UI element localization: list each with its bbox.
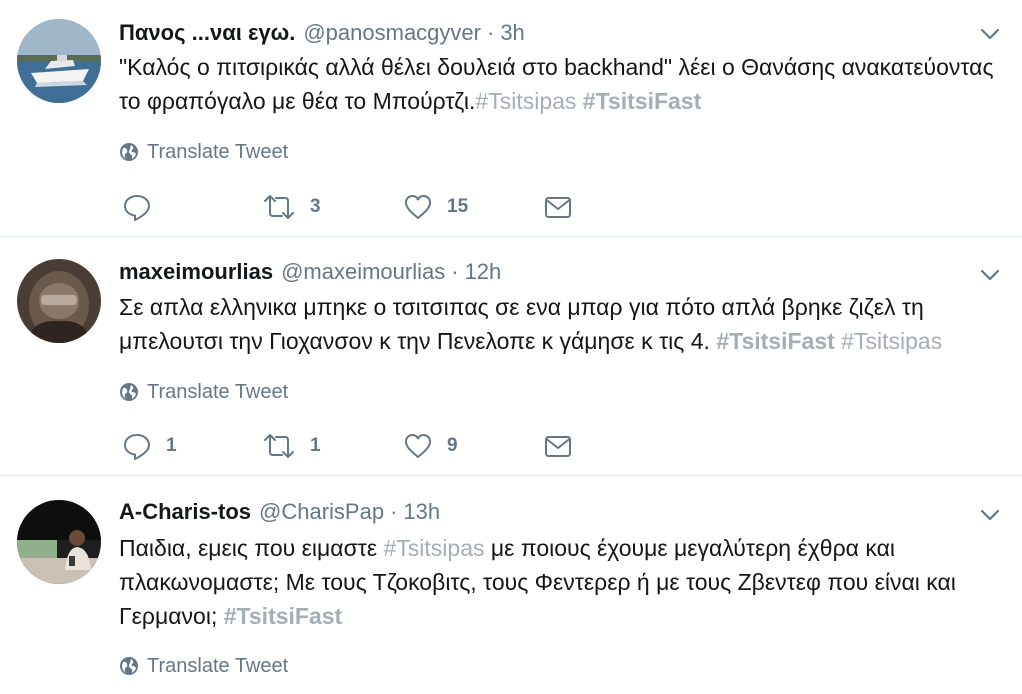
avatar[interactable] <box>17 500 101 584</box>
tweet-3[interactable]: A-Charis-tos @CharisPap · 13h Παιδια, εμεις… <box>0 476 1022 694</box>
translate-tweet-link[interactable]: Translate Tweet <box>119 653 288 679</box>
timestamp[interactable]: 12h <box>465 259 502 284</box>
translate-tweet-link[interactable]: Translate Tweet <box>119 139 288 165</box>
retweet-button[interactable]: 1 <box>262 431 321 461</box>
globe-icon <box>120 143 138 161</box>
chevron-down-icon[interactable] <box>978 503 1002 527</box>
retweet-count: 1 <box>310 435 321 456</box>
user-handle[interactable]: @CharisPap <box>259 499 384 524</box>
globe-icon <box>120 383 138 401</box>
hooded-figure-avatar <box>17 259 101 343</box>
separator-dot: · <box>451 259 459 284</box>
hashtag-link[interactable]: #Tsitsipas <box>475 88 576 114</box>
hashtag-link[interactable]: #TsitsiFast <box>716 328 834 354</box>
tweet-header: Πανος ...ναι εγω. @panosmacgyver · 3h <box>119 18 525 48</box>
tweet-text: Παιδια, εμεις που ειμαστε #Tsitsipas με … <box>119 531 1014 633</box>
reply-button[interactable]: 1 <box>122 431 177 461</box>
globe-icon <box>120 657 138 675</box>
retweet-button[interactable]: 3 <box>262 192 321 222</box>
envelope-icon <box>545 436 571 457</box>
tweet-header: A-Charis-tos @CharisPap · 13h <box>119 497 440 527</box>
heart-icon <box>405 195 431 219</box>
separator-dot: · <box>486 20 495 45</box>
envelope-icon <box>545 197 571 218</box>
chevron-down-icon[interactable] <box>978 263 1002 287</box>
translate-label: Translate Tweet <box>147 655 289 677</box>
timestamp[interactable]: 13h <box>403 499 440 524</box>
tweet-text: Σε απλα ελληνικα μπηκε ο τσιτσιπας σε εν… <box>119 290 1014 358</box>
like-button[interactable]: 15 <box>403 192 468 222</box>
retweet-icon <box>264 195 294 219</box>
timestamp[interactable]: 3h <box>500 20 524 45</box>
translate-tweet-link[interactable]: Translate Tweet <box>119 379 288 405</box>
tweet-1[interactable]: Πανος ...ναι εγω. @panosmacgyver · 3h "Καλό… <box>0 0 1022 237</box>
reply-count: 1 <box>166 435 177 456</box>
reply-button[interactable] <box>122 192 166 222</box>
tweet-2[interactable]: maxeimourlias @maxeimourlias · 12h Σε απλα … <box>0 237 1022 476</box>
heart-icon <box>405 434 431 458</box>
display-name[interactable]: Πανος ...ναι εγω. <box>119 20 295 45</box>
retweet-count: 3 <box>310 196 321 217</box>
tweet-text-body: Παιδια, εμεις που ειμαστε <box>119 535 384 561</box>
like-count: 15 <box>447 196 469 217</box>
direct-message-button[interactable] <box>543 192 573 222</box>
tweet-text: "Καλός ο πιτσιρικάς αλλά θέλει δουλειά σ… <box>119 50 1014 118</box>
like-count: 9 <box>447 435 458 456</box>
like-button[interactable]: 9 <box>403 431 458 461</box>
translate-label: Translate Tweet <box>147 141 289 163</box>
translate-label: Translate Tweet <box>147 381 289 403</box>
tweet-header: maxeimourlias @maxeimourlias · 12h <box>119 257 501 287</box>
avatar[interactable] <box>17 19 101 103</box>
separator-dot: · <box>390 499 398 524</box>
hashtag-link[interactable]: #TsitsiFast <box>224 603 342 629</box>
hashtag-link[interactable]: #Tsitsipas <box>841 328 942 354</box>
hashtag-link[interactable]: #Tsitsipas <box>384 535 485 561</box>
display-name[interactable]: A-Charis-tos <box>119 499 251 524</box>
user-handle[interactable]: @maxeimourlias <box>281 259 445 284</box>
avatar[interactable] <box>17 259 101 343</box>
chevron-down-icon[interactable] <box>978 22 1002 46</box>
reply-icon <box>124 434 150 460</box>
direct-message-button[interactable] <box>543 431 573 461</box>
man-sitting-photo-avatar <box>17 500 101 584</box>
display-name[interactable]: maxeimourlias <box>119 259 273 284</box>
retweet-icon <box>264 434 294 458</box>
user-handle[interactable]: @panosmacgyver <box>303 20 481 45</box>
hashtag-link[interactable]: #TsitsiFast <box>583 88 701 114</box>
yacht-photo-avatar <box>17 19 101 103</box>
reply-icon <box>124 195 150 221</box>
